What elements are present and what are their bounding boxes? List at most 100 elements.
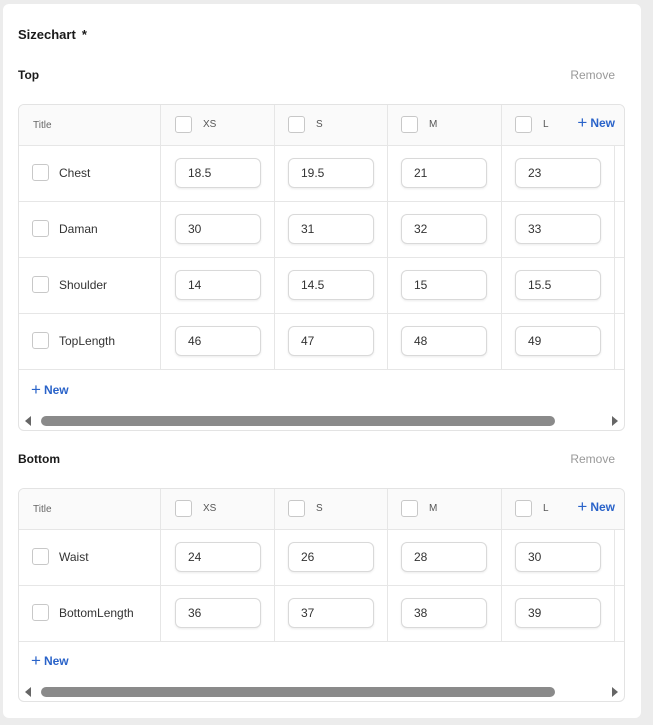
size-value-input[interactable]: [401, 598, 487, 628]
remove-bottom-button[interactable]: Remove: [570, 452, 615, 466]
size-value-input[interactable]: [288, 158, 374, 188]
horizontal-scrollbar[interactable]: [19, 412, 624, 428]
size-label: L: [543, 503, 549, 514]
scrollbar-thumb[interactable]: [41, 416, 555, 426]
plus-icon: +: [577, 113, 588, 132]
column-divider: [160, 530, 161, 585]
card-title-text: Sizechart: [18, 27, 76, 42]
arrow-right-icon[interactable]: [612, 416, 618, 426]
size-checkbox[interactable]: [175, 500, 192, 517]
add-size-column-button[interactable]: + New: [577, 113, 615, 132]
size-value-input[interactable]: [515, 542, 601, 572]
column-divider: [160, 258, 161, 313]
column-divider: [274, 146, 275, 201]
add-row-button[interactable]: + New: [31, 652, 69, 669]
card-title: Sizechart *: [18, 27, 87, 42]
size-checkbox[interactable]: [288, 116, 305, 133]
column-divider: [501, 202, 502, 257]
size-checkbox[interactable]: [515, 116, 532, 133]
size-checkbox[interactable]: [515, 500, 532, 517]
arrow-right-icon[interactable]: [612, 687, 618, 697]
size-value-input[interactable]: [288, 598, 374, 628]
column-divider: [387, 586, 388, 641]
add-size-column-button[interactable]: + New: [577, 497, 615, 516]
size-value-input[interactable]: [401, 270, 487, 300]
size-value-input[interactable]: [515, 598, 601, 628]
size-value-input[interactable]: [288, 214, 374, 244]
size-value-input[interactable]: [175, 270, 261, 300]
size-label: S: [316, 119, 323, 130]
size-label: L: [543, 119, 549, 130]
size-value-input[interactable]: [401, 158, 487, 188]
column-divider: [501, 258, 502, 313]
arrow-left-icon[interactable]: [25, 416, 31, 426]
header-size-l: L: [515, 116, 549, 133]
column-divider: [614, 530, 615, 585]
row-label: Shoulder: [59, 278, 108, 292]
column-divider: [387, 105, 388, 145]
row-checkbox[interactable]: [32, 604, 49, 621]
size-checkbox[interactable]: [401, 116, 418, 133]
column-divider: [387, 489, 388, 529]
size-value-input[interactable]: [175, 326, 261, 356]
size-value-input[interactable]: [288, 542, 374, 572]
arrow-left-icon[interactable]: [25, 687, 31, 697]
section-title-bottom: Bottom: [18, 452, 60, 466]
size-checkbox[interactable]: [288, 500, 305, 517]
size-value-input[interactable]: [515, 158, 601, 188]
plus-icon: +: [31, 380, 41, 399]
sizechart-card: Sizechart * Top Remove Title XS S M L + …: [3, 4, 641, 718]
size-checkbox[interactable]: [401, 500, 418, 517]
size-checkbox[interactable]: [175, 116, 192, 133]
row-checkbox[interactable]: [32, 220, 49, 237]
row-checkbox[interactable]: [32, 548, 49, 565]
row-checkbox[interactable]: [32, 332, 49, 349]
plus-icon: +: [577, 497, 588, 516]
size-value-input[interactable]: [175, 598, 261, 628]
table-row: Waist: [19, 530, 624, 586]
remove-top-button[interactable]: Remove: [570, 68, 615, 82]
row-checkbox[interactable]: [32, 276, 49, 293]
add-row-label: New: [43, 654, 69, 668]
add-row-label: New: [43, 383, 69, 397]
header-size-l: L: [515, 500, 549, 517]
column-divider: [501, 586, 502, 641]
column-divider: [160, 202, 161, 257]
header-size-xs: XS: [175, 116, 216, 133]
column-divider: [614, 202, 615, 257]
column-divider: [274, 586, 275, 641]
size-label: M: [429, 119, 438, 130]
size-value-input[interactable]: [401, 542, 487, 572]
table-header: Title XS S M L + New: [19, 489, 624, 530]
header-size-s: S: [288, 116, 323, 133]
size-label: XS: [203, 119, 217, 130]
column-divider: [387, 146, 388, 201]
size-value-input[interactable]: [288, 270, 374, 300]
required-asterisk: *: [81, 27, 87, 42]
size-label: S: [316, 503, 323, 514]
size-value-input[interactable]: [401, 214, 487, 244]
row-checkbox[interactable]: [32, 164, 49, 181]
header-title: Title: [33, 120, 52, 131]
size-value-input[interactable]: [515, 326, 601, 356]
size-value-input[interactable]: [515, 214, 601, 244]
size-value-input[interactable]: [515, 270, 601, 300]
header-title: Title: [33, 504, 52, 515]
horizontal-scrollbar[interactable]: [19, 683, 624, 699]
size-value-input[interactable]: [175, 542, 261, 572]
row-label: BottomLength: [59, 606, 134, 620]
table-header: Title XS S M L + New: [19, 105, 624, 146]
table-row: Shoulder: [19, 258, 624, 314]
size-value-input[interactable]: [401, 326, 487, 356]
column-divider: [501, 146, 502, 201]
size-label: XS: [203, 503, 217, 514]
add-row-button[interactable]: + New: [31, 380, 69, 399]
size-value-input[interactable]: [175, 158, 261, 188]
bottom-size-table: Title XS S M L + New Waist 24 26 28 30 B…: [18, 488, 625, 702]
size-value-input[interactable]: [288, 326, 374, 356]
row-label: Daman: [59, 222, 98, 236]
header-size-m: M: [401, 116, 437, 133]
header-size-s: S: [288, 500, 323, 517]
scrollbar-thumb[interactable]: [41, 687, 555, 697]
size-value-input[interactable]: [175, 214, 261, 244]
